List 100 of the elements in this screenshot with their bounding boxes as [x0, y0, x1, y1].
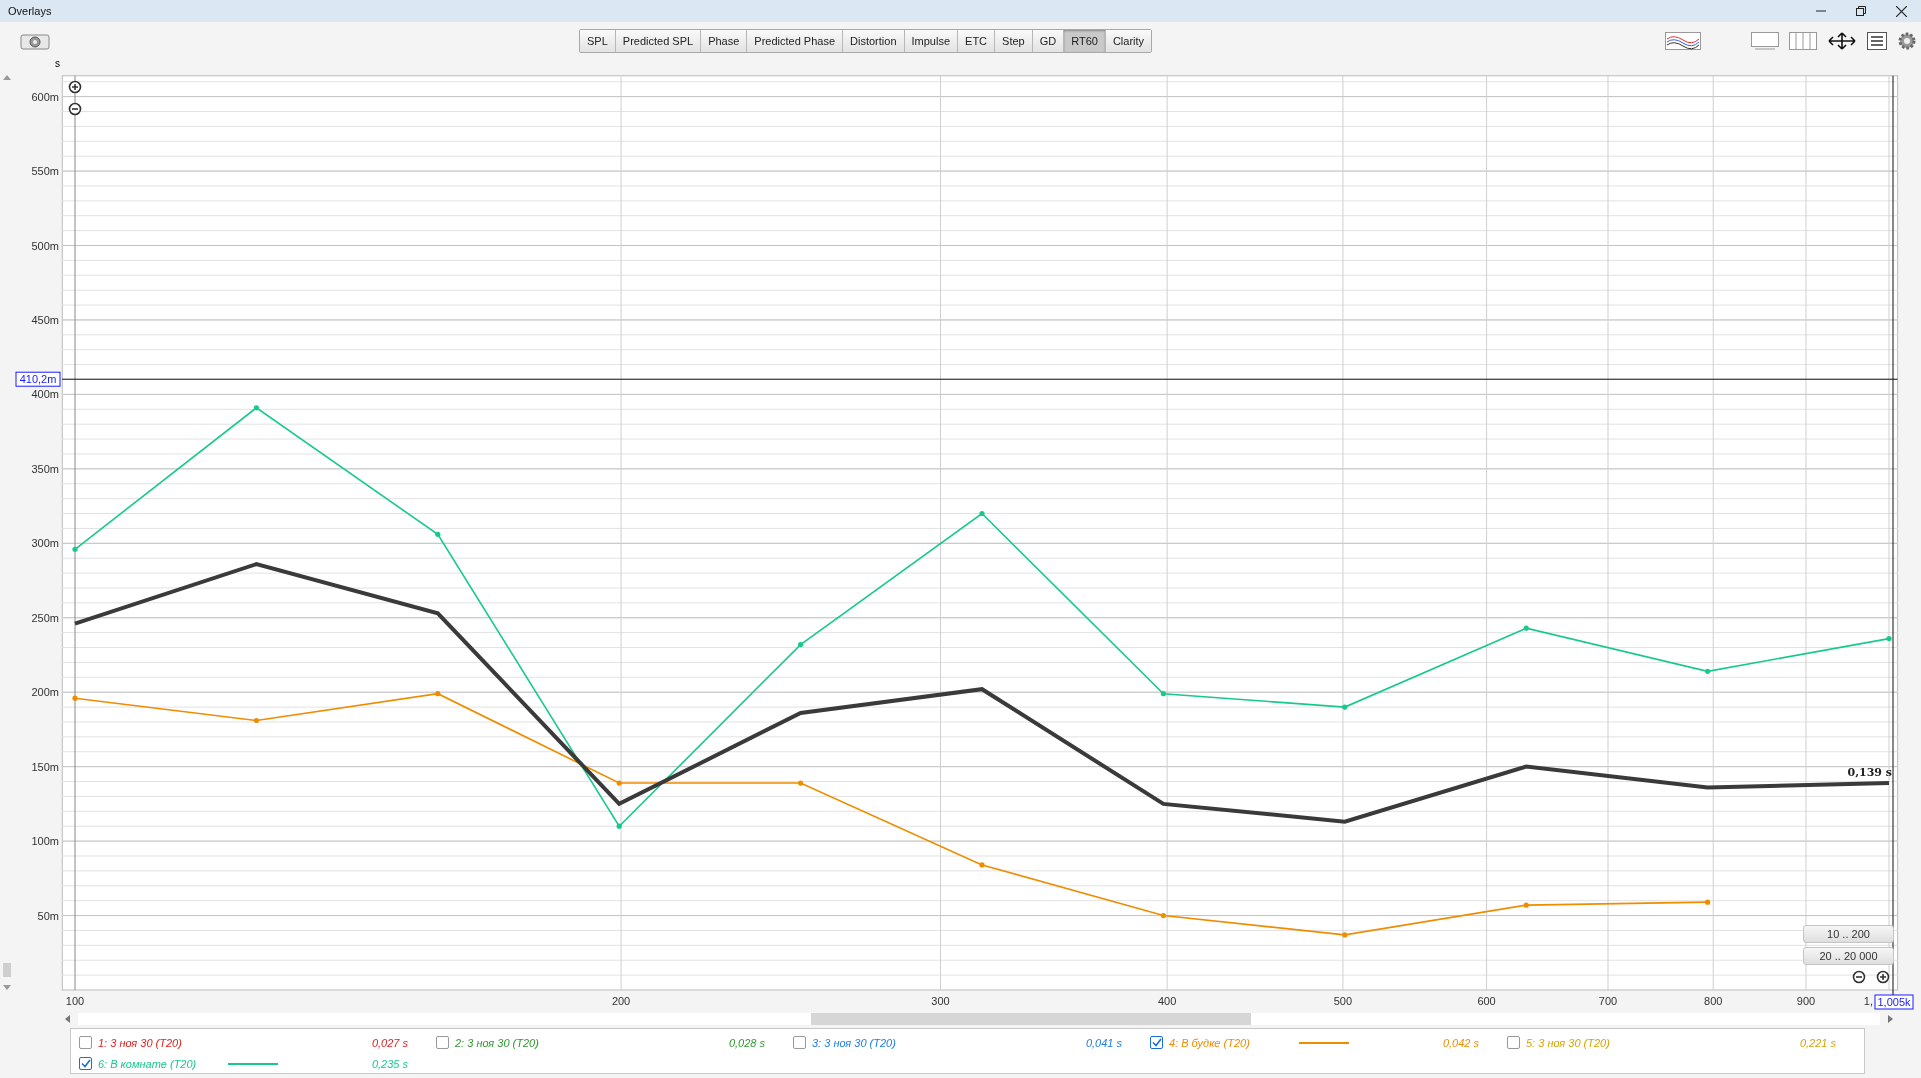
- data-point: [1705, 668, 1711, 674]
- y-tick-label: 400m: [31, 388, 59, 401]
- checkbox[interactable]: [79, 1036, 92, 1049]
- y-tick-label: 600m: [31, 90, 59, 103]
- y-tick-label: 150m: [31, 760, 59, 773]
- view-tab[interactable]: Clarity: [1105, 30, 1152, 52]
- data-point: [435, 691, 441, 697]
- zoom-out-icon[interactable]: [68, 102, 82, 116]
- range-button[interactable]: 20 .. 20 000: [1803, 947, 1894, 965]
- data-point: [979, 862, 985, 868]
- scroll-right-icon[interactable]: [1888, 1015, 1893, 1023]
- y-tick-label: 350m: [31, 462, 59, 475]
- view-tab[interactable]: Distortion: [843, 30, 905, 52]
- scrollbar-thumb[interactable]: [811, 1013, 1251, 1025]
- view-tab[interactable]: ETC: [958, 30, 996, 52]
- data-point: [616, 780, 622, 786]
- line-sample: [1299, 1041, 1349, 1044]
- trace-value: 0,028 s: [727, 1036, 765, 1049]
- zoom-out-icon[interactable]: [1852, 970, 1866, 984]
- x-tick-label: 600: [1477, 995, 1496, 1007]
- view-tab[interactable]: Predicted Phase: [747, 30, 844, 52]
- data-point: [798, 641, 804, 648]
- data-point: [72, 546, 78, 552]
- list-icon[interactable]: [1867, 32, 1887, 50]
- trace-label: 5: 3 ноя 30 (T20): [1526, 1036, 1611, 1049]
- x-tick-label: 200: [611, 995, 631, 1007]
- trace-value: 0,042 s: [1441, 1036, 1479, 1049]
- scroll-down-icon[interactable]: [3, 985, 11, 990]
- data-point: [979, 510, 985, 517]
- view-tab[interactable]: Predicted SPL: [615, 30, 702, 52]
- columns-icon[interactable]: [1789, 32, 1817, 50]
- checkbox[interactable]: [1150, 1036, 1163, 1049]
- x-tick-label: 400: [1157, 995, 1177, 1007]
- y-tick-label: 100m: [31, 835, 59, 848]
- data-point: [1160, 691, 1166, 697]
- data-point: [1342, 932, 1348, 938]
- close-icon[interactable]: [1896, 5, 1907, 17]
- trace-label: 1: 3 ноя 30 (T20): [98, 1036, 183, 1049]
- view-tab[interactable]: SPL: [580, 30, 616, 52]
- line-sample: [228, 1062, 278, 1065]
- trace-value: 0,235 s: [370, 1057, 408, 1070]
- y-tick-label: 200m: [31, 686, 59, 699]
- checkbox[interactable]: [1507, 1036, 1520, 1049]
- y-tick-label: 550m: [31, 165, 59, 178]
- y-cursor-reading: 410,2m: [15, 371, 61, 387]
- x-tick-label: 300: [931, 995, 950, 1007]
- data-point: [72, 695, 78, 701]
- restore-icon[interactable]: [1856, 6, 1866, 16]
- zoom-in-icon[interactable]: [1876, 970, 1890, 984]
- view-tab[interactable]: Impulse: [904, 30, 959, 52]
- settings-icon[interactable]: [1897, 31, 1917, 51]
- y-tick-label: 50m: [37, 909, 59, 922]
- data-point: [1523, 625, 1529, 631]
- x-tick-label: 900: [1796, 995, 1816, 1007]
- trace-value: 0,041 s: [1084, 1036, 1122, 1049]
- data-point: [435, 531, 441, 537]
- data-point: [1886, 636, 1892, 642]
- x-tick-label: 700: [1598, 995, 1618, 1007]
- zoom-in-icon[interactable]: [68, 80, 82, 94]
- data-point: [1523, 902, 1529, 908]
- data-point: [1705, 899, 1711, 905]
- range-button[interactable]: 10 .. 200: [1803, 925, 1894, 943]
- checkbox[interactable]: [436, 1036, 449, 1049]
- y-tick-label: 450m: [31, 313, 59, 326]
- x-tick-label: 1,: [1863, 995, 1873, 1007]
- data-point: [1160, 912, 1166, 919]
- window-title: Overlays: [8, 5, 52, 17]
- trace-value: 0,221 s: [1798, 1036, 1836, 1049]
- data-point: [253, 405, 259, 411]
- cursor-value: 0,139 s: [1847, 766, 1892, 779]
- x-tick-label: 100: [65, 995, 85, 1007]
- x-cursor-reading: 1,005k: [1874, 994, 1914, 1010]
- scroll-left-icon[interactable]: [65, 1015, 70, 1023]
- y-tick-label: 300m: [31, 537, 59, 550]
- scrollbar-thumb[interactable]: [3, 963, 11, 977]
- view-tab[interactable]: GD: [1032, 30, 1065, 52]
- x-tick-label: 800: [1704, 995, 1723, 1007]
- view-tab[interactable]: RT60: [1064, 30, 1106, 52]
- data-point: [798, 780, 804, 786]
- single-panel-icon[interactable]: [1751, 32, 1779, 50]
- view-tab[interactable]: Step: [995, 30, 1033, 52]
- trace-label: 4: В будке (T20): [1169, 1036, 1251, 1049]
- trace-value: 0,027 s: [370, 1036, 408, 1049]
- view-tab[interactable]: Phase: [701, 30, 748, 52]
- move-arrows-icon[interactable]: [1827, 32, 1857, 50]
- y-tick-label: 500m: [31, 239, 59, 252]
- scroll-up-icon[interactable]: [3, 75, 11, 80]
- checkbox[interactable]: [79, 1057, 92, 1070]
- x-tick-label: 500: [1333, 995, 1353, 1007]
- trace-label: 6: В комнате (T20): [98, 1057, 198, 1070]
- trace-label: 3: 3 ноя 30 (T20): [812, 1036, 897, 1049]
- unit-label: s: [55, 60, 60, 69]
- checkbox[interactable]: [793, 1036, 806, 1049]
- data-point: [253, 717, 259, 724]
- trace-label: 2: 3 ноя 30 (T20): [455, 1036, 540, 1049]
- camera-icon[interactable]: [20, 32, 50, 50]
- data-point: [616, 823, 622, 829]
- y-tick-label: 250m: [31, 611, 59, 624]
- waveform-icon[interactable]: [1665, 32, 1701, 50]
- data-point: [1342, 704, 1348, 710]
